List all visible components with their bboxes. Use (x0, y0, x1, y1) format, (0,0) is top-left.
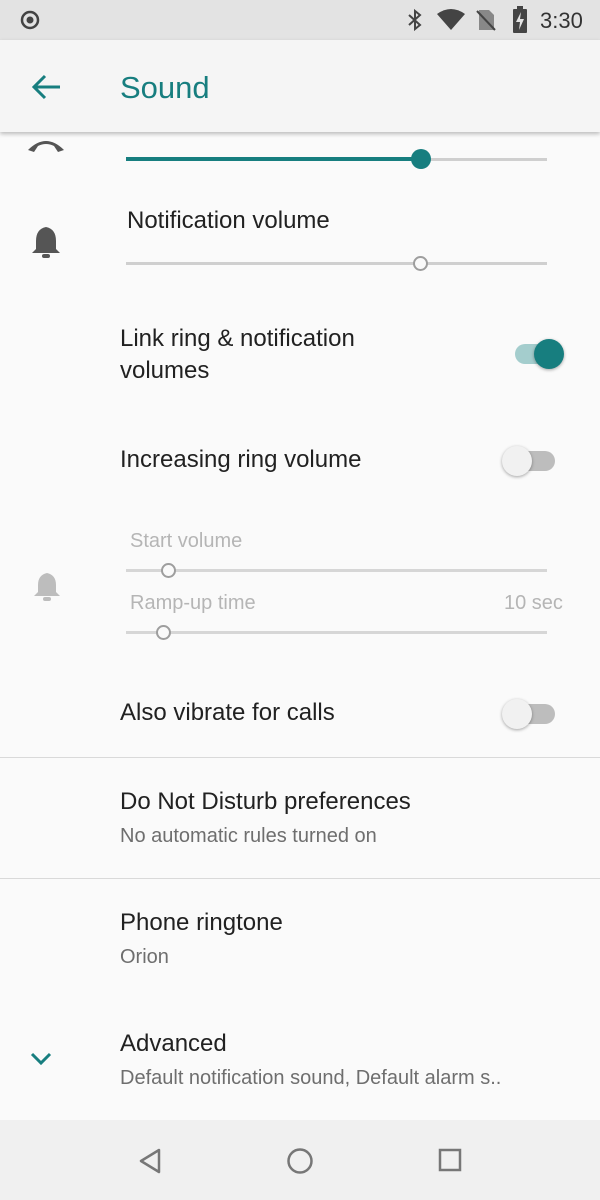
home-circle-icon[interactable] (286, 1147, 314, 1175)
start-volume-slider (126, 560, 547, 582)
link-volumes-toggle[interactable] (512, 336, 572, 372)
bluetooth-icon (408, 8, 422, 32)
page-title: Sound (120, 70, 210, 105)
dnd-subtitle: No automatic rules turned on (120, 825, 377, 847)
vibrate-calls-toggle[interactable] (500, 696, 560, 732)
vibrate-calls-label: Also vibrate for calls (120, 699, 335, 726)
phone-ringtone-row[interactable]: Phone ringtone Orion (0, 879, 600, 994)
dnd-preferences-row[interactable]: Do Not Disturb preferences No automatic … (0, 758, 600, 878)
link-volumes-label: Link ring & notification volumes (120, 325, 355, 384)
dnd-title: Do Not Disturb preferences (120, 788, 411, 815)
back-triangle-icon[interactable] (138, 1148, 162, 1174)
increasing-ring-row[interactable]: Increasing ring volume (0, 425, 600, 495)
ringtone-subtitle: Orion (120, 946, 169, 968)
app-bar: Sound (0, 40, 600, 132)
ring-volume-thumb[interactable] (410, 149, 431, 169)
battery-charging-icon (513, 6, 527, 33)
ringtone-title: Phone ringtone (120, 909, 283, 936)
ramp-time-slider (126, 622, 547, 644)
phone-ring-icon (28, 141, 64, 152)
notification-volume-thumb[interactable] (413, 256, 429, 271)
arrow-back-icon[interactable] (30, 72, 62, 102)
ramp-time-thumb (156, 625, 172, 640)
bell-ring-icon (34, 573, 60, 601)
start-volume-label: Start volume (130, 530, 243, 552)
location-icon (20, 10, 40, 30)
bell-icon (32, 227, 60, 258)
advanced-row[interactable]: Advanced Default notification sound, Def… (0, 1000, 600, 1115)
recents-square-icon[interactable] (438, 1148, 462, 1172)
wifi-icon (437, 9, 465, 30)
ramp-time-value: 10 sec (504, 592, 563, 614)
advanced-title: Advanced (120, 1030, 227, 1057)
status-time: 3:30 (540, 8, 583, 33)
notification-volume-label: Notification volume (127, 207, 330, 234)
link-volumes-row[interactable]: Link ring & notification volumes (0, 300, 600, 410)
navigation-bar (0, 1120, 600, 1200)
ring-volume-slider[interactable] (126, 144, 547, 174)
no-sim-icon (476, 10, 496, 31)
increasing-ring-label: Increasing ring volume (120, 446, 362, 473)
advanced-subtitle: Default notification sound, Default alar… (120, 1067, 502, 1089)
status-bar: 3:30 (0, 0, 600, 40)
chevron-down-icon (30, 1052, 52, 1066)
increasing-ring-toggle[interactable] (500, 443, 560, 479)
ramp-time-label: Ramp-up time (130, 592, 256, 614)
notification-volume-slider[interactable] (126, 249, 547, 279)
vibrate-calls-row[interactable]: Also vibrate for calls (0, 678, 600, 748)
start-volume-thumb (160, 563, 176, 578)
